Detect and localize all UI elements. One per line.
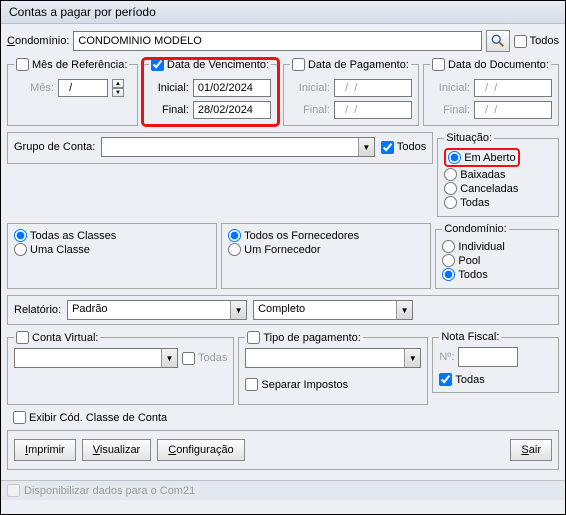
todas-classes-radio[interactable]: Todas as Classes bbox=[14, 229, 210, 242]
nota-num-input[interactable] bbox=[458, 347, 518, 367]
condominio-todos-check[interactable]: Todos bbox=[514, 35, 559, 48]
sair-button[interactable]: SairSair bbox=[510, 439, 552, 461]
conta-virtual-check[interactable]: Conta Virtual: bbox=[16, 331, 98, 344]
situacao-baixadas[interactable]: Baixadas bbox=[444, 168, 552, 181]
mes-referencia-check[interactable]: Mês de Referência: bbox=[16, 58, 127, 71]
visualizar-button[interactable]: VisualizarVisualizar bbox=[82, 439, 152, 461]
configuracao-button[interactable]: ConfiguraçãoConfiguração bbox=[157, 439, 244, 461]
cond-todos-radio[interactable]: Todos bbox=[442, 268, 552, 281]
search-icon bbox=[491, 34, 505, 48]
conta-virtual-group: Conta Virtual: ▼ Todas bbox=[7, 331, 234, 405]
chevron-down-icon[interactable]: ▼ bbox=[161, 349, 177, 367]
nota-fiscal-group: Nota Fiscal: Nº: Todas bbox=[432, 331, 559, 393]
grupo-conta-label: Grupo de Conta: bbox=[14, 141, 95, 153]
data-documento-group: Data do Documento: Inicial: Final: bbox=[423, 58, 559, 126]
chevron-down-icon[interactable]: ▼ bbox=[230, 301, 246, 319]
search-button[interactable] bbox=[486, 30, 510, 52]
nota-todas-check[interactable]: Todas bbox=[439, 373, 552, 386]
tipo-pagamento-combo[interactable]: ▼ bbox=[245, 348, 421, 368]
fornecedores-group: Todos os Fornecedores Um Fornecedor bbox=[221, 223, 431, 289]
um-fornecedor-radio[interactable]: Um Fornecedor bbox=[228, 243, 424, 256]
data-pagamento-check[interactable]: Data de Pagamento: bbox=[292, 58, 409, 71]
datadoc-inicial-input[interactable] bbox=[474, 79, 552, 97]
situacao-em-aberto[interactable]: Em Aberto bbox=[448, 151, 515, 164]
imprimir-button[interactable]: IImprimirmprimir bbox=[14, 439, 76, 461]
grupo-conta-combo[interactable]: ▼ bbox=[101, 137, 375, 157]
chevron-down-icon[interactable]: ▼ bbox=[404, 349, 420, 367]
separar-impostos-check[interactable]: Separar Impostos bbox=[245, 378, 421, 391]
datadoc-final-input[interactable] bbox=[474, 101, 552, 119]
situacao-todas[interactable]: Todas bbox=[444, 196, 552, 209]
relatorio-combo[interactable]: Padrão▼ bbox=[67, 300, 247, 320]
footer-text: Disponibilizar dados para o Com21 bbox=[24, 485, 195, 497]
relatorio-label: Relatório: bbox=[14, 304, 61, 316]
condominio2-group: Condomínio: Individual Pool Todos bbox=[435, 223, 559, 289]
datapag-inicial-input[interactable] bbox=[334, 79, 412, 97]
chevron-down-icon[interactable]: ▼ bbox=[358, 138, 374, 156]
conta-virtual-combo[interactable]: ▼ bbox=[14, 348, 178, 368]
data-documento-check[interactable]: Data do Documento: bbox=[432, 58, 549, 71]
todos-fornecedores-radio[interactable]: Todos os Fornecedores bbox=[228, 229, 424, 242]
grupo-conta-todos-check[interactable]: Todos bbox=[381, 141, 426, 154]
datavenc-final-input[interactable] bbox=[193, 101, 271, 119]
datavenc-inicial-input[interactable] bbox=[193, 79, 271, 97]
cond-individual-radio[interactable]: Individual bbox=[442, 240, 552, 253]
uma-classe-radio[interactable]: Uma Classe bbox=[14, 243, 210, 256]
data-vencimento-group: Data de Vencimento: Inicial: Final: bbox=[142, 58, 279, 126]
classes-group: Todas as Classes Uma Classe bbox=[7, 223, 217, 289]
mes-referencia-group: Mês de Referência: Mês: ▲▼ bbox=[7, 58, 138, 126]
datapag-final-input[interactable] bbox=[334, 101, 412, 119]
tipo-pagamento-group: Tipo de pagamento: ▼ Separar Impostos bbox=[238, 331, 428, 405]
window-title: Contas a pagar por período bbox=[1, 1, 565, 24]
exibir-cod-check[interactable]: Exibir Cód. Classe de Conta bbox=[13, 411, 553, 424]
cond-pool-radio[interactable]: Pool bbox=[442, 254, 552, 267]
conta-virtual-todas-check[interactable]: Todas bbox=[182, 352, 227, 365]
mes-input[interactable] bbox=[58, 79, 108, 97]
situacao-canceladas[interactable]: Canceladas bbox=[444, 182, 552, 195]
data-pagamento-group: Data de Pagamento: Inicial: Final: bbox=[283, 58, 419, 126]
completo-combo[interactable]: Completo▼ bbox=[253, 300, 413, 320]
mes-label: Mês: bbox=[14, 82, 54, 94]
chevron-down-icon[interactable]: ▼ bbox=[396, 301, 412, 319]
tipo-pagamento-check[interactable]: Tipo de pagamento: bbox=[247, 331, 360, 344]
com21-check[interactable] bbox=[7, 484, 20, 497]
situacao-group: Situação: Em Aberto Baixadas Canceladas … bbox=[437, 132, 559, 217]
condominio-label: CCondomínio:ondomínio: bbox=[7, 35, 69, 47]
mes-spinner[interactable]: ▲▼ bbox=[112, 79, 124, 97]
data-vencimento-check[interactable]: Data de Vencimento: bbox=[151, 58, 269, 71]
condominio-input[interactable] bbox=[73, 31, 481, 51]
